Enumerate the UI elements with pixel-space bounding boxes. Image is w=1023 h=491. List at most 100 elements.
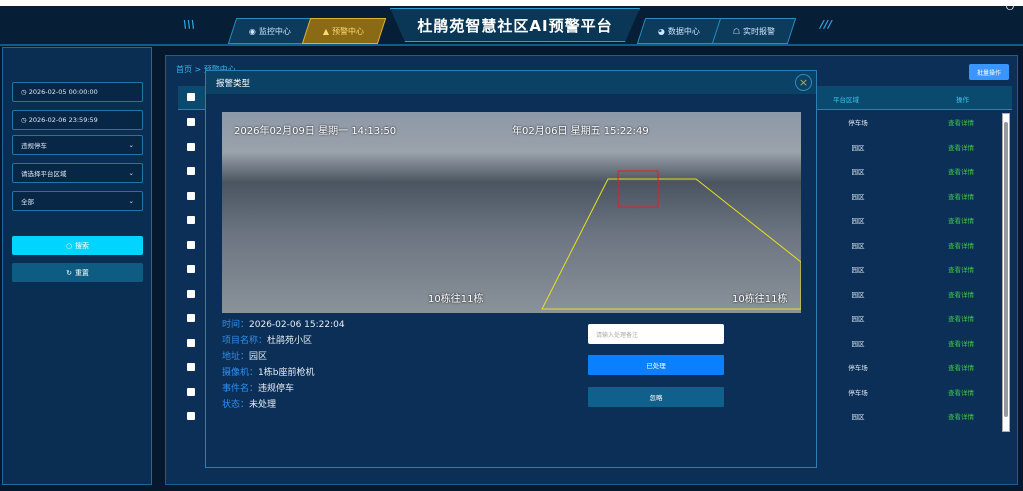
select-all-checkbox[interactable] bbox=[187, 93, 195, 101]
info-line: 状态：未处理 bbox=[222, 397, 276, 410]
row-area: 园区 bbox=[851, 413, 865, 421]
scrollbar[interactable] bbox=[1002, 113, 1010, 432]
pie-chart-icon: ◕ bbox=[658, 26, 665, 36]
row-checkbox[interactable] bbox=[187, 265, 195, 273]
alert-detail-modal: 报警类型 × 2026年02月09日 星期一 14:13:50 10栋往11栋 … bbox=[205, 70, 817, 468]
tab-alert[interactable]: ▲ 预警中心 bbox=[301, 18, 387, 44]
clock-icon: ◷ bbox=[21, 88, 27, 96]
decoration: /// bbox=[820, 18, 833, 31]
chevron-down-icon: ⌄ bbox=[128, 197, 134, 205]
ignore-button[interactable]: 忽略 bbox=[588, 387, 724, 407]
info-key: 地址： bbox=[222, 352, 250, 362]
start-time-input[interactable]: ◷ 2026-02-05 00:00:00 bbox=[12, 82, 143, 102]
row-area: 园区 bbox=[851, 241, 865, 250]
info-key: 时间： bbox=[222, 320, 250, 330]
area-placeholder: 请选择平台区域 bbox=[21, 170, 67, 178]
clock-icon: ◷ bbox=[21, 116, 27, 124]
info-line: 事件名：违规停车 bbox=[222, 381, 294, 394]
alarm-icon: ▲ bbox=[323, 26, 330, 36]
row-area: 园区 bbox=[851, 168, 865, 176]
column-action: 操作 bbox=[956, 96, 969, 104]
view-details-link[interactable]: 查看详情 bbox=[948, 313, 974, 323]
row-checkbox[interactable] bbox=[187, 338, 195, 347]
camera-icon: ◉ bbox=[249, 26, 256, 36]
row-checkbox[interactable] bbox=[187, 387, 195, 396]
row-area: 园区 bbox=[851, 143, 865, 152]
event-type-value: 违规停车 bbox=[21, 142, 47, 150]
tab-label: 数据中心 bbox=[667, 26, 700, 36]
info-line: 地址：园区 bbox=[222, 349, 267, 362]
view-details-link[interactable]: 查看详情 bbox=[948, 411, 974, 421]
view-details-link[interactable]: 查看详情 bbox=[948, 142, 974, 152]
chevron-down-icon: ⌄ bbox=[128, 169, 134, 177]
view-details-link[interactable]: 查看详情 bbox=[948, 240, 974, 250]
info-value: 杜鹃苑小区 bbox=[267, 336, 313, 346]
start-time-value: 2026-02-05 00:00:00 bbox=[28, 88, 98, 96]
row-checkbox[interactable] bbox=[187, 240, 195, 249]
status-select[interactable]: 全部 ⌄ bbox=[12, 191, 143, 211]
scrollbar-thumb[interactable] bbox=[1004, 122, 1008, 417]
modal-header: 报警类型 bbox=[206, 71, 816, 94]
reset-button[interactable]: ↻ 重置 bbox=[12, 263, 143, 282]
row-area: 园区 bbox=[851, 192, 865, 201]
batch-button[interactable]: 批量操作 bbox=[969, 64, 1009, 80]
info-key: 摄像机： bbox=[222, 368, 259, 378]
row-checkbox[interactable] bbox=[187, 363, 195, 371]
refresh-icon: ↻ bbox=[66, 268, 72, 277]
view-details-link[interactable]: 查看详情 bbox=[948, 166, 974, 176]
tab-monitor[interactable]: ◉ 监控中心 bbox=[227, 18, 313, 44]
search-icon: ○ bbox=[65, 241, 73, 250]
row-checkbox[interactable] bbox=[187, 314, 195, 322]
view-details-link[interactable]: 查看详情 bbox=[948, 191, 974, 201]
page-title: 杜鹃苑智慧社区AI预警平台 bbox=[390, 8, 640, 42]
view-details-link[interactable]: 查看详情 bbox=[948, 215, 974, 225]
info-key: 状态： bbox=[222, 400, 250, 410]
info-line: 摄像机：1栋b座前枪机 bbox=[222, 365, 314, 378]
note-input[interactable]: 请输入处理备注 bbox=[588, 324, 724, 344]
row-checkbox[interactable] bbox=[187, 118, 195, 126]
osd-label: 10栋往11栋 bbox=[428, 294, 484, 305]
tab-realtime[interactable]: ☖ 实时报警 bbox=[711, 18, 797, 44]
row-checkbox[interactable] bbox=[187, 191, 195, 200]
row-checkbox[interactable] bbox=[187, 412, 195, 420]
view-details-link[interactable]: 查看详情 bbox=[948, 264, 974, 274]
view-details-link[interactable]: 查看详情 bbox=[948, 362, 974, 372]
tab-label: 预警中心 bbox=[332, 26, 365, 36]
view-details-link[interactable]: 查看详情 bbox=[948, 338, 974, 348]
search-button[interactable]: ○ 搜索 bbox=[12, 236, 143, 255]
search-label: 搜索 bbox=[75, 241, 90, 250]
view-details-link[interactable]: 查看详情 bbox=[948, 289, 974, 299]
modal-title: 报警类型 bbox=[216, 78, 251, 89]
event-type-select[interactable]: 违规停车 ⌄ bbox=[12, 135, 143, 155]
column-area: 平台区域 bbox=[833, 96, 859, 104]
processed-button[interactable]: 已处理 bbox=[588, 355, 724, 375]
row-checkbox[interactable] bbox=[187, 142, 195, 151]
osd-time: 年02月06日 星期五 15:22:49 bbox=[512, 126, 649, 137]
tab-data[interactable]: ◕ 数据中心 bbox=[636, 18, 722, 44]
end-time-input[interactable]: ◷ 2026-02-06 23:59:59 bbox=[12, 110, 143, 130]
detection-overlay bbox=[541, 170, 801, 310]
reset-label: 重置 bbox=[74, 268, 89, 277]
tab-label: 实时报警 bbox=[743, 26, 776, 36]
osd-label: 10栋往11栋 bbox=[732, 294, 788, 305]
osd-time: 2026年02月09日 星期一 14:13:50 bbox=[234, 126, 397, 137]
info-key: 项目名称： bbox=[222, 336, 268, 346]
info-line: 时间：2026-02-06 15:22:04 bbox=[222, 317, 345, 330]
row-checkbox[interactable] bbox=[187, 167, 195, 175]
info-value: 园区 bbox=[249, 352, 268, 362]
info-value: 2026-02-06 15:22:04 bbox=[249, 320, 345, 330]
view-details-link[interactable]: 查看详情 bbox=[948, 117, 974, 127]
row-checkbox[interactable] bbox=[187, 289, 195, 298]
view-details-link[interactable]: 查看详情 bbox=[948, 387, 974, 397]
area-select[interactable]: 请选择平台区域 ⌄ bbox=[12, 163, 143, 183]
row-area: 停车场 bbox=[848, 119, 868, 127]
broadcast-icon: ☖ bbox=[732, 26, 741, 36]
row-checkbox[interactable] bbox=[187, 216, 195, 224]
row-area: 停车场 bbox=[848, 388, 868, 397]
close-icon[interactable]: × bbox=[795, 74, 812, 91]
info-value: 违规停车 bbox=[258, 384, 295, 394]
power-icon[interactable]: ⏻ bbox=[1006, 2, 1014, 13]
info-key: 事件名： bbox=[222, 384, 259, 394]
filter-panel: ◷ 2026-02-05 00:00:00 ◷ 2026-02-06 23:59… bbox=[2, 47, 152, 485]
row-area: 园区 bbox=[851, 266, 865, 274]
